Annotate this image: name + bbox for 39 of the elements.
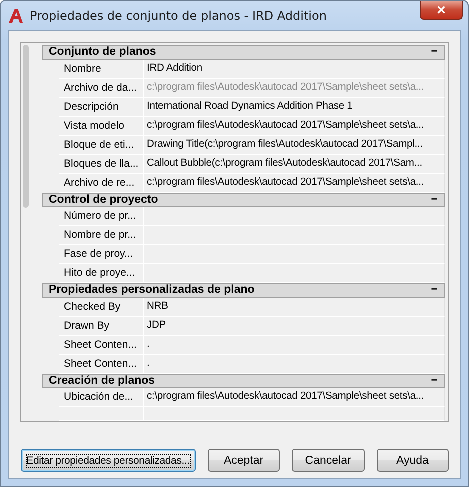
property-value[interactable]: . [144, 336, 444, 354]
property-name: Fase de proy... [59, 245, 144, 264]
property-name: Archivo de da... [59, 78, 144, 97]
property-value[interactable]: JDP [144, 316, 444, 335]
property-name: Bloque de eti... [59, 136, 144, 154]
property-name: Checked By [59, 298, 144, 316]
property-name: Nombre de pr... [59, 226, 144, 244]
window-title: Propiedades de conjunto de planos - IRD Addition [30, 8, 327, 22]
section-header[interactable]: Creación de planos − [42, 374, 445, 388]
property-value[interactable]: NRB [144, 298, 444, 316]
property-name: Archivo de re... [59, 174, 144, 192]
property-value[interactable]: . [144, 354, 444, 373]
property-name: Vista modelo [59, 116, 144, 135]
close-button[interactable]: × [420, 1, 463, 20]
property-name: Hito de proye... [59, 264, 144, 282]
property-value[interactable]: Drawing Title(c:\program files\Autodesk\autocad 2017\Sampl... [144, 136, 444, 154]
property-name: Sheet Conten... [59, 336, 144, 354]
property-name: Sheet Conten... [59, 354, 144, 373]
letter-a-logo-icon [8, 8, 24, 24]
section-header[interactable]: Control de proyecto − [42, 192, 445, 208]
property-value[interactable]: c:\program files\Autodesk\autocad 2017\Sample\sheet sets\a... [144, 116, 444, 135]
property-value[interactable]: Callout Bubble(c:\program files\Autodesk\autocad 2017\Sam... [144, 154, 444, 173]
scrollbar-thumb[interactable] [23, 45, 29, 208]
property-name: Bloques de lla... [59, 154, 144, 173]
section-header[interactable]: Conjunto de planos − [42, 45, 445, 60]
dialog-button[interactable]: Editar propiedades personalizadas... [21, 449, 196, 472]
dialog-button[interactable]: Aceptar [208, 449, 280, 472]
dialog-button[interactable]: Ayuda [376, 449, 449, 472]
property-name: Descripción [59, 98, 144, 116]
property-name: Número de pr... [59, 207, 144, 226]
property-name: Drawn By [59, 316, 144, 335]
property-value[interactable]: c:\program files\Autodesk\autocad 2017\Sample\sheet sets\a... [144, 388, 444, 406]
dialog-button[interactable]: Cancelar [292, 449, 365, 472]
property-value[interactable]: IRD Addition [144, 60, 444, 78]
property-value[interactable]: International Road Dynamics Addition Phase 1 [144, 98, 444, 116]
property-name: Nombre [59, 60, 144, 78]
property-name: Ubicación de... [59, 388, 144, 406]
property-value[interactable]: c:\program files\Autodesk\autocad 2017\Sample\sheet sets\a... [144, 174, 444, 192]
section-header[interactable]: Propiedades personalizadas de plano − [42, 283, 445, 298]
